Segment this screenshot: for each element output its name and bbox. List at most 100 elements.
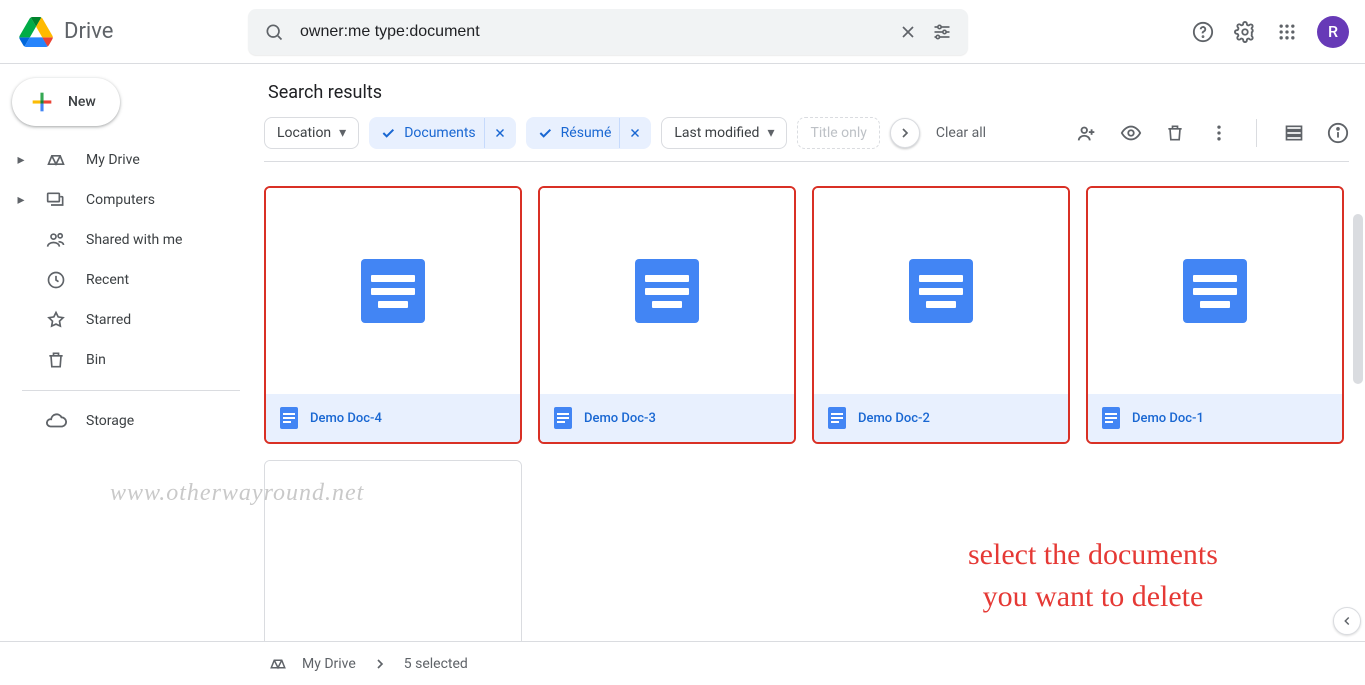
file-caption: Demo Doc-3 [540, 394, 794, 442]
file-name: Demo Doc-4 [310, 411, 382, 426]
chip-label: Documents [404, 125, 475, 141]
nav-computers[interactable]: ▸ Computers [8, 180, 240, 220]
chip-documents[interactable]: Documents [369, 117, 515, 149]
nav-starred[interactable]: Starred [8, 300, 240, 340]
header-actions: R [1191, 16, 1349, 48]
header: Drive R [0, 0, 1365, 64]
file-thumbnail [266, 188, 520, 394]
more-icon[interactable] [1208, 122, 1230, 144]
mydrive-icon [268, 654, 288, 674]
cloud-icon [44, 409, 68, 433]
clear-search-icon[interactable] [896, 20, 920, 44]
filter-row: Location ▾ Documents Résumé Last modifie… [264, 117, 1349, 162]
chevron-right-icon [370, 654, 390, 674]
docs-icon [828, 407, 846, 429]
file-caption: Demo Doc-2 [814, 394, 1068, 442]
chip-location[interactable]: Location ▾ [264, 117, 359, 149]
account-avatar[interactable]: R [1317, 16, 1349, 48]
file-name: Demo Doc-2 [858, 411, 930, 426]
file-thumbnail [814, 188, 1068, 394]
chip-remove-icon[interactable] [619, 118, 650, 148]
chip-remove-icon[interactable] [484, 118, 515, 148]
nav-divider [22, 390, 240, 391]
computers-icon [44, 188, 68, 212]
file-card[interactable]: Demo Doc-2 [812, 186, 1070, 444]
nav-shared[interactable]: Shared with me [8, 220, 240, 260]
settings-icon[interactable] [1233, 20, 1257, 44]
chevron-down-icon: ▾ [339, 125, 346, 141]
nav-label: Bin [86, 352, 106, 368]
scrollbar[interactable] [1353, 214, 1363, 384]
nav-my-drive[interactable]: ▸ My Drive [8, 140, 240, 180]
file-thumbnail [540, 188, 794, 394]
docs-icon [280, 407, 298, 429]
chip-resume[interactable]: Résumé [526, 117, 652, 149]
delete-icon[interactable] [1164, 122, 1186, 144]
mydrive-icon [44, 148, 68, 172]
nav-label: Computers [86, 192, 155, 208]
location-label[interactable]: My Drive [302, 656, 356, 672]
help-icon[interactable] [1191, 20, 1215, 44]
chip-label: Résumé [561, 125, 612, 141]
nav-label: Recent [86, 272, 129, 288]
star-icon [44, 308, 68, 332]
file-card[interactable] [264, 460, 522, 641]
new-button-label: New [68, 94, 96, 110]
file-thumbnail [1088, 188, 1342, 394]
file-card[interactable]: Demo Doc-1 [1086, 186, 1344, 444]
nav-label: My Drive [86, 152, 140, 168]
docs-icon [361, 259, 425, 323]
shared-icon [44, 228, 68, 252]
file-name: Demo Doc-3 [584, 411, 656, 426]
new-button[interactable]: New [12, 78, 120, 126]
details-icon[interactable] [1327, 122, 1349, 144]
chevron-down-icon: ▾ [767, 125, 774, 141]
preview-icon[interactable] [1120, 122, 1142, 144]
nav-label: Shared with me [86, 232, 182, 248]
file-name: Demo Doc-1 [1132, 411, 1204, 426]
search-options-icon[interactable] [930, 20, 954, 44]
chip-title-only[interactable]: Title only [797, 117, 879, 149]
docs-icon [635, 259, 699, 323]
search-bar[interactable] [248, 9, 968, 55]
search-icon[interactable] [262, 20, 286, 44]
docs-icon [1102, 407, 1120, 429]
file-thumbnail [265, 461, 521, 641]
docs-icon [909, 259, 973, 323]
files-grid: Demo Doc-4 Demo Doc-3 Demo Doc-2 [264, 162, 1349, 444]
chip-label: Last modified [674, 125, 759, 141]
file-caption: Demo Doc-4 [266, 394, 520, 442]
toolbar-actions [1076, 119, 1349, 147]
side-panel-toggle[interactable] [1333, 607, 1361, 635]
selection-count: 5 selected [404, 656, 468, 672]
file-caption: Demo Doc-1 [1088, 394, 1342, 442]
docs-icon [1183, 259, 1247, 323]
drive-logo-icon[interactable] [16, 12, 56, 52]
product-name: Drive [64, 19, 113, 44]
bin-icon [44, 348, 68, 372]
nav-label: Storage [86, 413, 134, 429]
sidebar: New ▸ My Drive ▸ Computers Shared with m… [0, 64, 248, 641]
chip-scroll-right[interactable] [890, 118, 920, 148]
nav-recent[interactable]: Recent [8, 260, 240, 300]
main: Search results Location ▾ Documents Résu… [248, 64, 1365, 641]
page-title: Search results [264, 64, 1349, 117]
toolbar-divider [1256, 119, 1257, 147]
search-input[interactable] [286, 23, 896, 41]
recent-icon [44, 268, 68, 292]
nav-bin[interactable]: Bin [8, 340, 240, 380]
nav-storage[interactable]: Storage [8, 401, 240, 441]
apps-icon[interactable] [1275, 20, 1299, 44]
chip-label: Title only [810, 125, 866, 141]
chevron-right-icon: ▸ [16, 152, 26, 168]
file-card[interactable]: Demo Doc-4 [264, 186, 522, 444]
chip-label: Location [277, 125, 331, 141]
location-bar: My Drive 5 selected [0, 641, 1365, 685]
file-card[interactable]: Demo Doc-3 [538, 186, 796, 444]
list-view-icon[interactable] [1283, 122, 1305, 144]
clear-all-button[interactable]: Clear all [930, 125, 992, 141]
logo-block: Drive [16, 12, 248, 52]
chip-last-modified[interactable]: Last modified ▾ [661, 117, 787, 149]
share-icon[interactable] [1076, 122, 1098, 144]
chevron-right-icon: ▸ [16, 192, 26, 208]
